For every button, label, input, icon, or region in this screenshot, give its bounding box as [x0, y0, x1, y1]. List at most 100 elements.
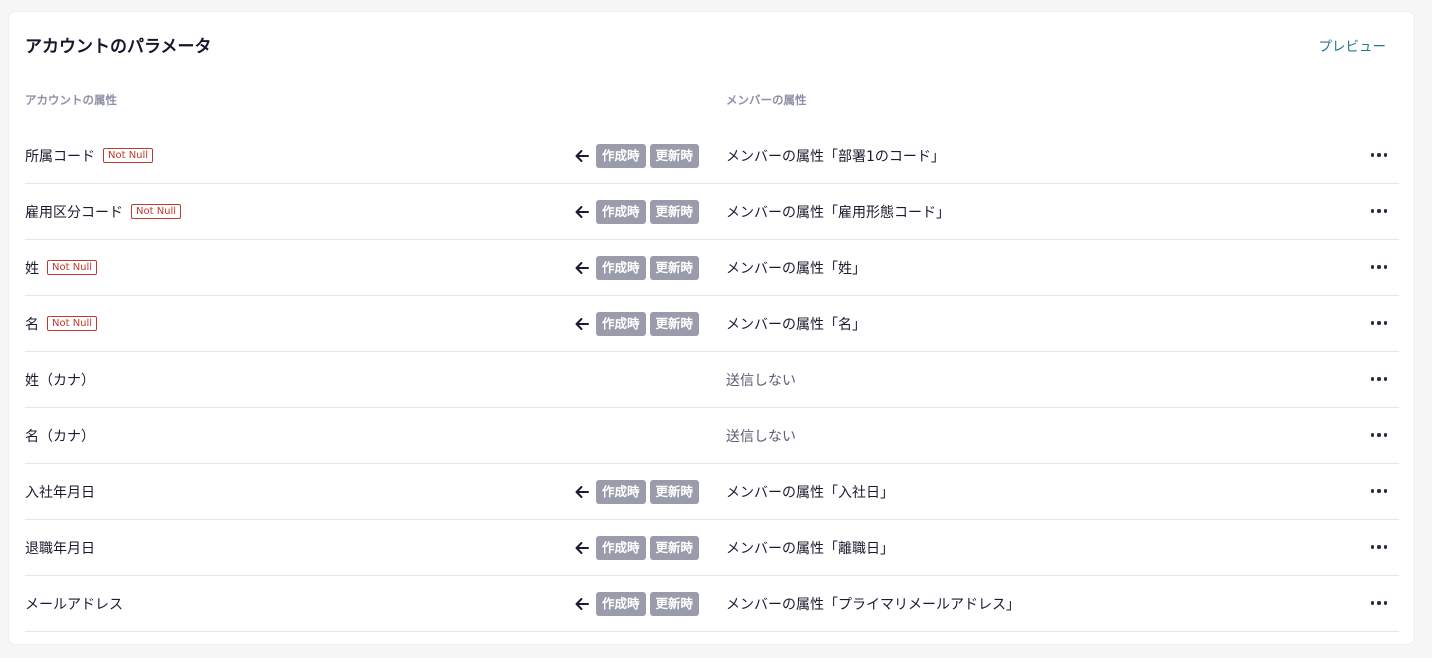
- account-attribute: 姓（カナ）: [25, 352, 95, 407]
- member-column-header: メンバーの属性: [726, 93, 807, 107]
- dot: [1370, 377, 1375, 381]
- sync-timing: 作成時 更新時: [573, 184, 700, 239]
- table-row[interactable]: 入社年月日 作成時 更新時 メンバーの属性「入社日」: [25, 464, 1399, 520]
- table-row[interactable]: 姓 Not Null 作成時 更新時 メンバーの属性「姓」: [25, 240, 1399, 296]
- more-horizontal-icon[interactable]: [1367, 145, 1391, 165]
- more-horizontal-icon[interactable]: [1367, 593, 1391, 613]
- dot: [1377, 321, 1381, 325]
- dot: [1377, 433, 1381, 437]
- arrow-left-icon: [575, 485, 589, 498]
- on-create-tag: 作成時: [596, 255, 646, 280]
- dot: [1377, 153, 1381, 157]
- account-attribute-label: 入社年月日: [25, 484, 95, 501]
- account-parameters-card: アカウントのパラメータ プレビュー アカウントの属性 メンバーの属性 所属コード…: [9, 12, 1414, 644]
- dot: [1383, 377, 1388, 381]
- dot: [1383, 265, 1388, 269]
- arrow-left-icon: [575, 205, 589, 218]
- on-create-tag: 作成時: [596, 591, 646, 616]
- preview-link[interactable]: プレビュー: [1319, 35, 1387, 55]
- member-attribute: 送信しない: [726, 372, 796, 389]
- account-attribute: 姓 Not Null: [25, 240, 98, 295]
- member-attribute: 送信しない: [726, 428, 796, 445]
- on-update-tag: 更新時: [649, 535, 700, 560]
- dot: [1370, 545, 1375, 549]
- on-update-tag: 更新時: [649, 311, 700, 336]
- account-attribute-label: メールアドレス: [25, 596, 123, 613]
- account-attribute: メールアドレス: [25, 576, 123, 631]
- on-create-tag: 作成時: [596, 535, 646, 560]
- arrow-left-icon: [575, 541, 589, 554]
- more-horizontal-icon[interactable]: [1367, 481, 1391, 501]
- account-column-header: アカウントの属性: [25, 93, 117, 107]
- account-attribute: 入社年月日: [25, 464, 95, 519]
- member-attribute: メンバーの属性「姓」: [726, 260, 866, 277]
- page-title: アカウントのパラメータ: [25, 37, 212, 57]
- table-row[interactable]: 雇用区分コード Not Null 作成時 更新時 メンバーの属性「雇用形態コード」: [25, 184, 1399, 240]
- dot: [1383, 545, 1388, 549]
- account-attribute-label: 雇用区分コード: [25, 204, 123, 221]
- member-attribute: メンバーの属性「雇用形態コード」: [726, 204, 950, 221]
- table-row[interactable]: 名（カナ） 送信しない: [25, 408, 1399, 464]
- table-row[interactable]: 名 Not Null 作成時 更新時 メンバーの属性「名」: [25, 296, 1399, 352]
- on-create-tag: 作成時: [596, 199, 646, 224]
- sync-timing: 作成時 更新時: [573, 464, 700, 519]
- dot: [1377, 265, 1381, 269]
- account-attribute: 雇用区分コード Not Null: [25, 184, 182, 239]
- sync-timing: 作成時 更新時: [573, 240, 700, 295]
- member-attribute: メンバーの属性「プライマリメールアドレス」: [726, 596, 1020, 613]
- dot: [1377, 601, 1381, 605]
- on-update-tag: 更新時: [649, 591, 700, 616]
- on-create-tag: 作成時: [596, 143, 646, 168]
- member-attribute: メンバーの属性「離職日」: [726, 540, 894, 557]
- dot: [1383, 209, 1388, 213]
- more-horizontal-icon[interactable]: [1367, 201, 1391, 221]
- on-create-tag: 作成時: [596, 479, 646, 504]
- more-horizontal-icon[interactable]: [1367, 425, 1391, 445]
- table-row[interactable]: 姓（カナ） 送信しない: [25, 352, 1399, 408]
- on-update-tag: 更新時: [649, 199, 700, 224]
- account-attribute-label: 所属コード: [25, 148, 95, 165]
- dot: [1377, 377, 1381, 381]
- table-row[interactable]: メールアドレス 作成時 更新時 メンバーの属性「プライマリメールアドレス」: [25, 576, 1399, 632]
- more-horizontal-icon[interactable]: [1367, 537, 1391, 557]
- dot: [1370, 601, 1375, 605]
- account-attribute-label: 姓: [25, 260, 39, 277]
- dot: [1370, 209, 1375, 213]
- dot: [1383, 153, 1388, 157]
- not-null-badge: Not Null: [103, 148, 154, 163]
- dot: [1377, 209, 1381, 213]
- not-null-badge: Not Null: [47, 316, 98, 331]
- sync-timing: 作成時 更新時: [573, 520, 700, 575]
- dot: [1370, 321, 1375, 325]
- dot: [1370, 433, 1375, 437]
- dot: [1383, 433, 1388, 437]
- sync-timing: 作成時 更新時: [573, 576, 700, 631]
- arrow-left-icon: [575, 261, 589, 274]
- arrow-left-icon: [575, 597, 589, 610]
- dot: [1377, 489, 1381, 493]
- member-attribute: メンバーの属性「入社日」: [726, 484, 894, 501]
- not-null-badge: Not Null: [131, 204, 182, 219]
- dot: [1383, 601, 1388, 605]
- account-attribute: 所属コード Not Null: [25, 128, 154, 183]
- more-horizontal-icon[interactable]: [1367, 313, 1391, 333]
- dot: [1383, 321, 1388, 325]
- not-null-badge: Not Null: [47, 260, 98, 275]
- dot: [1370, 265, 1375, 269]
- account-attribute: 名 Not Null: [25, 296, 98, 351]
- more-horizontal-icon[interactable]: [1367, 369, 1391, 389]
- account-attribute-label: 退職年月日: [25, 540, 95, 557]
- member-attribute: メンバーの属性「部署1のコード」: [726, 148, 945, 165]
- on-update-tag: 更新時: [649, 479, 700, 504]
- sync-timing: 作成時 更新時: [573, 296, 700, 351]
- account-attribute-label: 姓（カナ）: [25, 372, 95, 389]
- arrow-left-icon: [575, 149, 589, 162]
- dot: [1370, 153, 1375, 157]
- arrow-left-icon: [575, 317, 589, 330]
- on-update-tag: 更新時: [649, 143, 700, 168]
- table-row[interactable]: 所属コード Not Null 作成時 更新時 メンバーの属性「部署1のコード」: [25, 128, 1399, 184]
- more-horizontal-icon[interactable]: [1367, 257, 1391, 277]
- table-row[interactable]: 退職年月日 作成時 更新時 メンバーの属性「離職日」: [25, 520, 1399, 576]
- dot: [1377, 545, 1381, 549]
- on-create-tag: 作成時: [596, 311, 646, 336]
